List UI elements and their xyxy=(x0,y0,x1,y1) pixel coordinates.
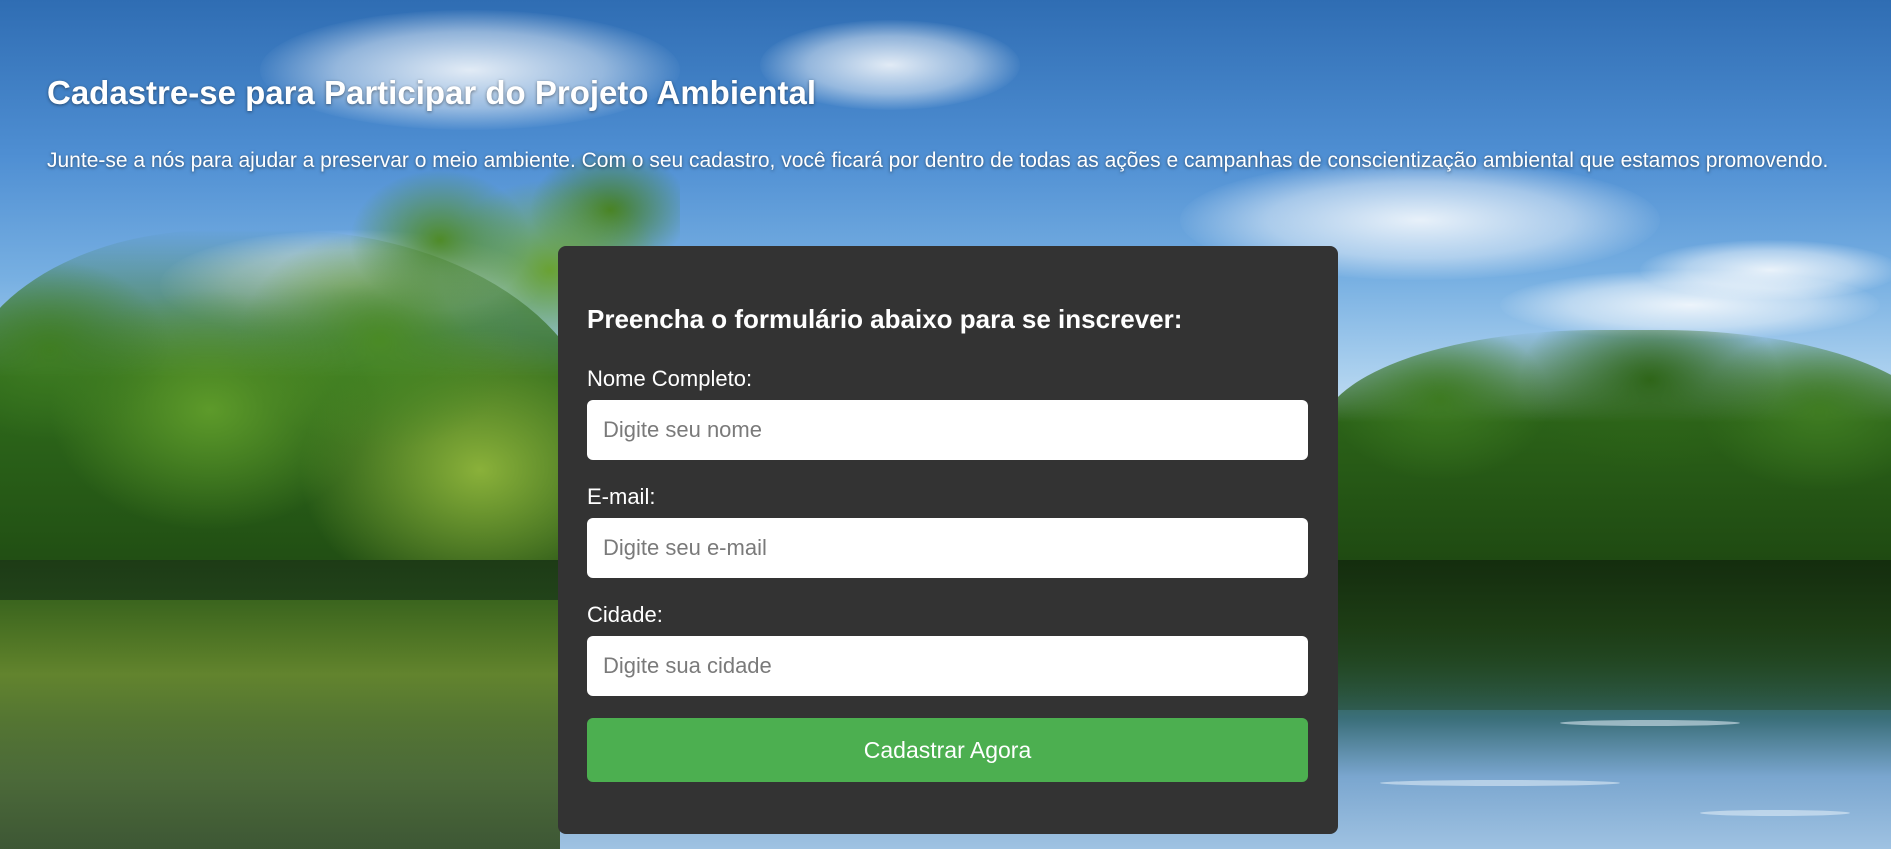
page-title: Cadastre-se para Participar do Projeto A… xyxy=(47,74,817,111)
city-label: Cidade: xyxy=(587,602,663,627)
name-input[interactable] xyxy=(587,400,1308,460)
name-label: Nome Completo: xyxy=(587,366,753,391)
cloud xyxy=(1640,240,1891,300)
river-reflection-right xyxy=(1330,560,1891,710)
forest-right xyxy=(1320,330,1891,560)
signup-form: Preencha o formulário abaixo para se ins… xyxy=(558,246,1338,834)
city-input[interactable] xyxy=(587,636,1308,696)
cloud xyxy=(260,10,680,130)
form-heading: Preencha o formulário abaixo para se ins… xyxy=(587,304,1183,334)
water-ripple xyxy=(1560,720,1740,726)
water-ripple xyxy=(1380,780,1620,786)
email-label: E-mail: xyxy=(587,484,656,509)
email-input[interactable] xyxy=(587,518,1308,578)
page-description: Junte-se a nós para ajudar a preservar o… xyxy=(47,149,1829,172)
water-ripple xyxy=(1700,810,1850,816)
river-reflection-left xyxy=(0,600,560,849)
register-now-button[interactable]: Cadastrar Agora xyxy=(587,718,1308,782)
signup-page: Cadastre-se para Participar do Projeto A… xyxy=(0,0,1891,849)
